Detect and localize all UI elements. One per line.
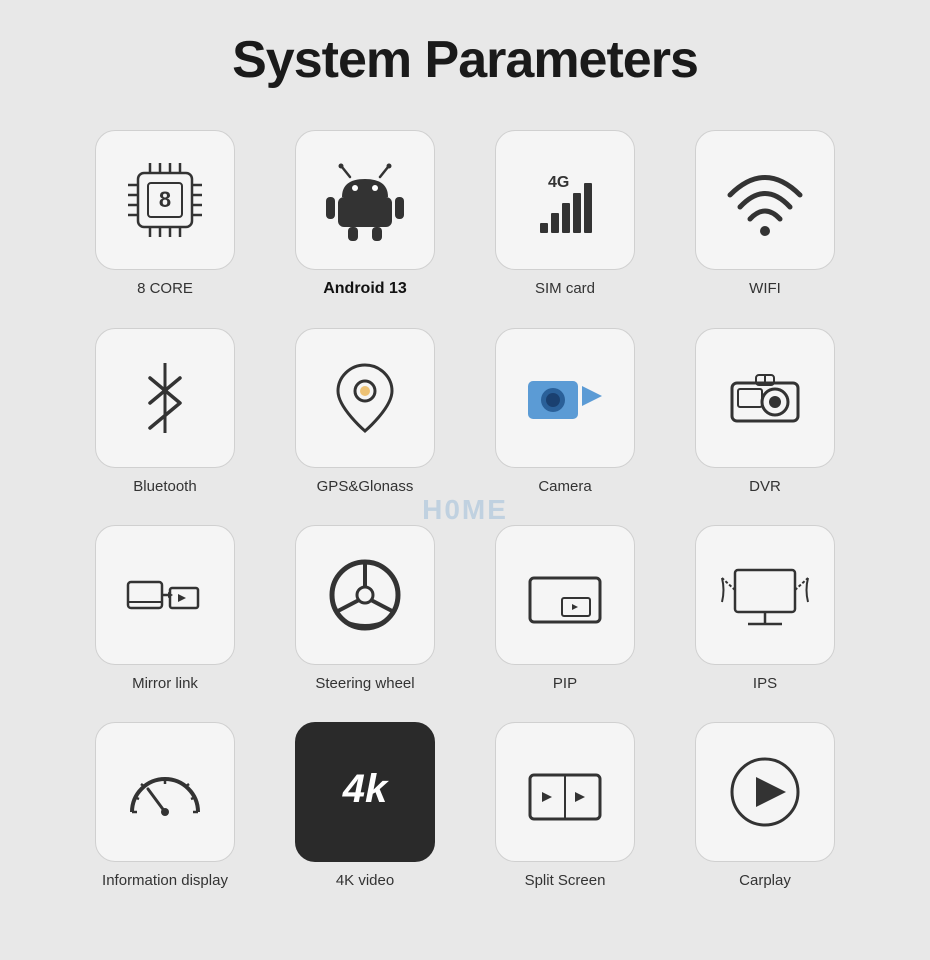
mirrorlink-icon — [120, 550, 210, 640]
icon-box-android — [295, 130, 435, 270]
icon-box-carplay — [695, 722, 835, 862]
label-ips: IPS — [753, 675, 777, 692]
icon-box-8core: 8 — [95, 130, 235, 270]
feature-bluetooth: Bluetooth — [85, 328, 245, 495]
pip-icon — [520, 550, 610, 640]
watermark: H0ME — [422, 494, 508, 526]
icon-box-simcard: 4G — [495, 130, 635, 270]
feature-carplay: Carplay — [685, 722, 845, 889]
label-camera: Camera — [538, 478, 591, 495]
feature-wifi: WIFI — [685, 130, 845, 298]
svg-text:8: 8 — [159, 187, 171, 212]
4kvideo-icon: 4k — [320, 747, 410, 837]
label-8core: 8 CORE — [137, 280, 193, 297]
icon-box-splitscreen — [495, 722, 635, 862]
label-mirrorlink: Mirror link — [132, 675, 198, 692]
label-android: Android 13 — [323, 280, 407, 298]
icon-box-infodisplay — [95, 722, 235, 862]
splitscreen-icon — [520, 747, 610, 837]
icon-box-ips — [695, 525, 835, 665]
label-splitscreen: Split Screen — [525, 872, 606, 889]
feature-ips: IPS — [685, 525, 845, 692]
label-simcard: SIM card — [535, 280, 595, 297]
feature-8core: 8 8 CORE — [85, 130, 245, 298]
icon-box-mirrorlink — [95, 525, 235, 665]
feature-steering: Steering wheel — [285, 525, 445, 692]
feature-pip: PIP — [485, 525, 645, 692]
bluetooth-icon — [120, 353, 210, 443]
label-carplay: Carplay — [739, 872, 791, 889]
label-4kvideo: 4K video — [336, 872, 394, 889]
feature-simcard: 4G SIM card — [485, 130, 645, 298]
infodisplay-icon — [120, 747, 210, 837]
feature-dvr: DVR — [685, 328, 845, 495]
feature-splitscreen: Split Screen — [485, 722, 645, 889]
icon-box-4kvideo: 4k — [295, 722, 435, 862]
wifi-icon — [720, 155, 810, 245]
carplay-icon — [720, 747, 810, 837]
icon-box-camera — [495, 328, 635, 468]
icon-box-dvr — [695, 328, 835, 468]
label-gps: GPS&Glonass — [317, 478, 414, 495]
label-infodisplay: Information display — [102, 872, 228, 889]
feature-android: Android 13 — [285, 130, 445, 298]
svg-text:4k: 4k — [342, 767, 389, 811]
feature-gps: GPS&Glonass — [285, 328, 445, 495]
feature-4kvideo: 4k 4K video — [285, 722, 445, 889]
camera-icon — [520, 353, 610, 443]
label-pip: PIP — [553, 675, 577, 692]
icon-box-bluetooth — [95, 328, 235, 468]
steering-icon — [320, 550, 410, 640]
label-wifi: WIFI — [749, 280, 781, 297]
feature-infodisplay: Information display — [85, 722, 245, 889]
8core-icon: 8 — [120, 155, 210, 245]
dvr-icon — [720, 353, 810, 443]
icon-box-gps — [295, 328, 435, 468]
label-dvr: DVR — [749, 478, 781, 495]
label-steering: Steering wheel — [315, 675, 414, 692]
feature-mirrorlink: Mirror link — [85, 525, 245, 692]
features-grid: H0ME — [85, 130, 845, 889]
page-title: System Parameters — [232, 30, 698, 90]
ips-icon — [720, 550, 810, 640]
feature-camera: Camera — [485, 328, 645, 495]
icon-box-pip — [495, 525, 635, 665]
simcard-icon: 4G — [520, 155, 610, 245]
icon-box-wifi — [695, 130, 835, 270]
icon-box-steering — [295, 525, 435, 665]
gps-icon — [320, 353, 410, 443]
label-bluetooth: Bluetooth — [133, 478, 196, 495]
svg-text:4G: 4G — [548, 174, 569, 191]
android-icon — [320, 155, 410, 245]
